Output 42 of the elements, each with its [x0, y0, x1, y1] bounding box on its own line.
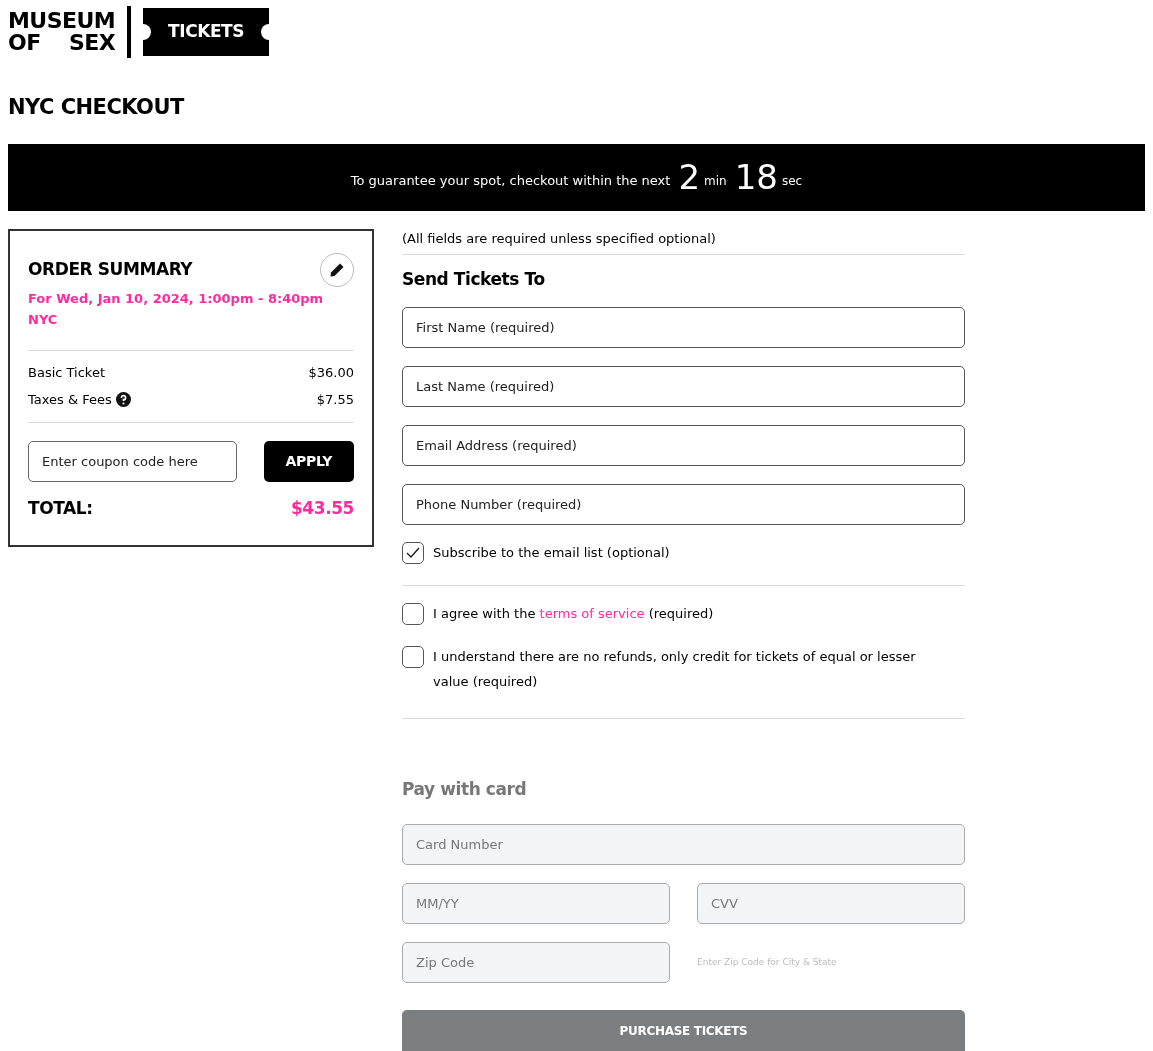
checkbox[interactable]: [402, 645, 424, 668]
logo-text: SEX: [68, 32, 116, 54]
text-field[interactable]: Phone Number (required): [402, 483, 965, 525]
zip-code-field[interactable]: Zip Code: [402, 942, 670, 983]
checkmark-icon: [406, 546, 420, 559]
terms-link[interactable]: terms of service: [539, 605, 645, 621]
checkbox[interactable]: [402, 541, 424, 564]
countdown-text: To guarantee your spot, checkout within the next: [350, 172, 671, 191]
total-label: TOTAL:: [28, 496, 93, 520]
line-item-label: Taxes & Fees: [28, 391, 112, 409]
coupon-field[interactable]: Enter coupon code here: [28, 440, 237, 482]
page-title: NYC CHECKOUT: [7, 94, 186, 121]
countdown-minutes: 2: [678, 160, 701, 194]
help-icon[interactable]: [115, 392, 131, 408]
countdown-seconds: 18: [734, 160, 778, 194]
event-date: For Wed, Jan 10, 2024, 1:00pm - 8:40pm: [28, 289, 325, 308]
line-item-amount: $7.55: [316, 391, 354, 409]
section-heading: Pay with card: [402, 777, 528, 801]
card-number-field[interactable]: Card Number: [402, 824, 965, 865]
text-field[interactable]: Email Address (required): [402, 424, 965, 466]
logo-text: MUSEUM: [8, 10, 116, 32]
checkbox-label: I agree with the terms of service (required): [433, 604, 715, 623]
text-field[interactable]: First Name (required): [402, 306, 965, 348]
total-amount: $43.55: [290, 496, 354, 520]
pencil-icon: [329, 261, 345, 278]
cvv-field[interactable]: CVV: [697, 883, 965, 924]
countdown-unit: sec: [781, 173, 803, 190]
countdown-unit: min: [704, 173, 727, 190]
line-item-amount: $36.00: [308, 363, 354, 382]
zip-code-hint: Enter Zip Code for City & State: [697, 955, 838, 969]
section-heading: Send Tickets To: [402, 268, 546, 291]
order-summary-title: ORDER SUMMARY: [28, 257, 193, 281]
line-item-label: Basic Ticket: [28, 363, 105, 382]
expiry-field[interactable]: MM/YY: [402, 883, 670, 924]
required-note: (All fields are required unless specified optional): [402, 228, 965, 255]
checkbox-label: I understand there are no refunds, only credit for tickets of equal or lesser value (required): [433, 647, 917, 691]
apply-button[interactable]: APPLY: [263, 440, 354, 482]
checkbox-label: Subscribe to the email list (optional): [433, 543, 670, 562]
text-field[interactable]: Last Name (required): [402, 365, 965, 407]
event-location: NYC: [28, 311, 59, 329]
logo-text: OF: [8, 32, 41, 54]
checkbox[interactable]: [402, 602, 424, 625]
